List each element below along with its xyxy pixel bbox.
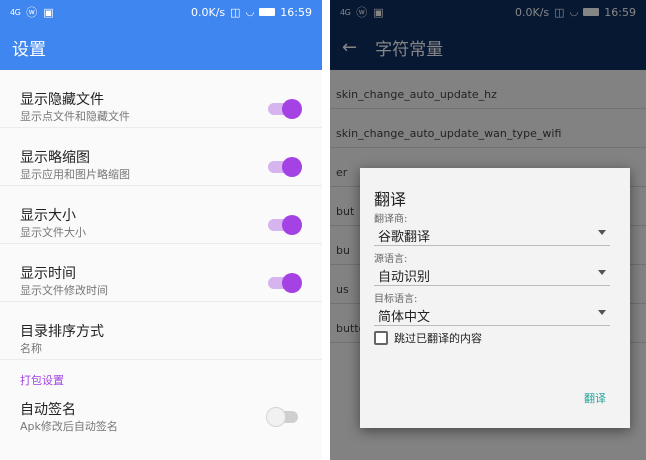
skip-translated-option[interactable]: 跳过已翻译的内容 [374,330,482,346]
setting-show-size[interactable]: 显示大小 显示文件大小 [0,186,322,244]
provider-value: 谷歌翻译 [378,230,431,245]
setting-title: 目录排序方式 [20,324,104,340]
setting-title: 显示时间 [20,266,76,282]
translate-button[interactable]: 翻译 [584,390,606,406]
signal-icon: 4G [10,7,21,17]
size-toggle[interactable] [268,215,302,235]
dropdown-caret-icon [598,230,606,235]
source-language-value: 自动识别 [378,270,431,285]
network-speed: 0.0K/s [191,5,226,19]
setting-title: 显示隐藏文件 [20,92,104,108]
dialog-title: 翻译 [374,190,407,209]
setting-sort-order[interactable]: 目录排序方式 名称 [0,302,322,360]
skip-translated-checkbox[interactable] [374,331,388,345]
setting-show-hidden-files[interactable]: 显示隐藏文件 显示点文件和隐藏文件 [0,70,322,128]
dropdown-caret-icon [598,310,606,315]
hidden-files-toggle[interactable] [268,99,302,119]
setting-show-time[interactable]: 显示时间 显示文件修改时间 [0,244,322,302]
app-bar: 设置 [0,24,322,70]
provider-select[interactable]: 谷歌翻译 [374,224,610,246]
setting-title: 显示大小 [20,208,76,224]
settings-screen: 4G ⓦ ▣ 0.0K/s ◫ ◡ 16:59 设置 显示隐藏文件 显示点文件和… [0,0,322,460]
wifi-icon: ◡ [245,6,255,18]
status-bar: 4G ⓦ ▣ 0.0K/s ◫ ◡ 16:59 [0,0,322,24]
setting-subtitle: 显示应用和图片略缩图 [20,168,130,181]
skip-translated-label: 跳过已翻译的内容 [394,332,482,345]
auto-sign-toggle[interactable] [266,407,298,427]
wechat-icon: ⓦ [26,6,38,19]
source-language-select[interactable]: 自动识别 [374,264,610,286]
battery-icon [259,8,276,16]
setting-subtitle: 显示点文件和隐藏文件 [20,110,130,123]
section-header-packaging: 打包设置 [20,374,64,387]
setting-title: 显示略缩图 [20,150,90,166]
time-toggle[interactable] [268,273,302,293]
target-language-label: 目标语言: [374,294,418,305]
setting-subtitle: 名称 [20,342,42,355]
clock: 16:59 [280,5,312,19]
translate-dialog: 翻译 翻译商: 谷歌翻译 源语言: 自动识别 目标语言: 简体中文 跳过已翻译的… [360,168,630,428]
setting-subtitle: Apk修改后自动签名 [20,420,118,433]
image-icon: ▣ [43,5,54,19]
dropdown-caret-icon [598,270,606,275]
settings-list: 显示隐藏文件 显示点文件和隐藏文件 显示略缩图 显示应用和图片略缩图 显示大小 … [0,70,322,460]
setting-title: 自动签名 [20,402,76,418]
source-language-label: 源语言: [374,254,408,265]
setting-subtitle: 显示文件大小 [20,226,86,239]
thumbnails-toggle[interactable] [268,157,302,177]
vibrate-icon: ◫ [230,5,241,19]
setting-show-thumbnails[interactable]: 显示略缩图 显示应用和图片略缩图 [0,128,322,186]
setting-subtitle: 显示文件修改时间 [20,284,108,297]
page-title: 设置 [12,39,46,60]
setting-auto-sign[interactable]: 自动签名 Apk修改后自动签名 [0,392,322,450]
target-language-select[interactable]: 简体中文 [374,304,610,326]
provider-label: 翻译商: [374,214,408,225]
target-language-value: 简体中文 [378,310,431,325]
